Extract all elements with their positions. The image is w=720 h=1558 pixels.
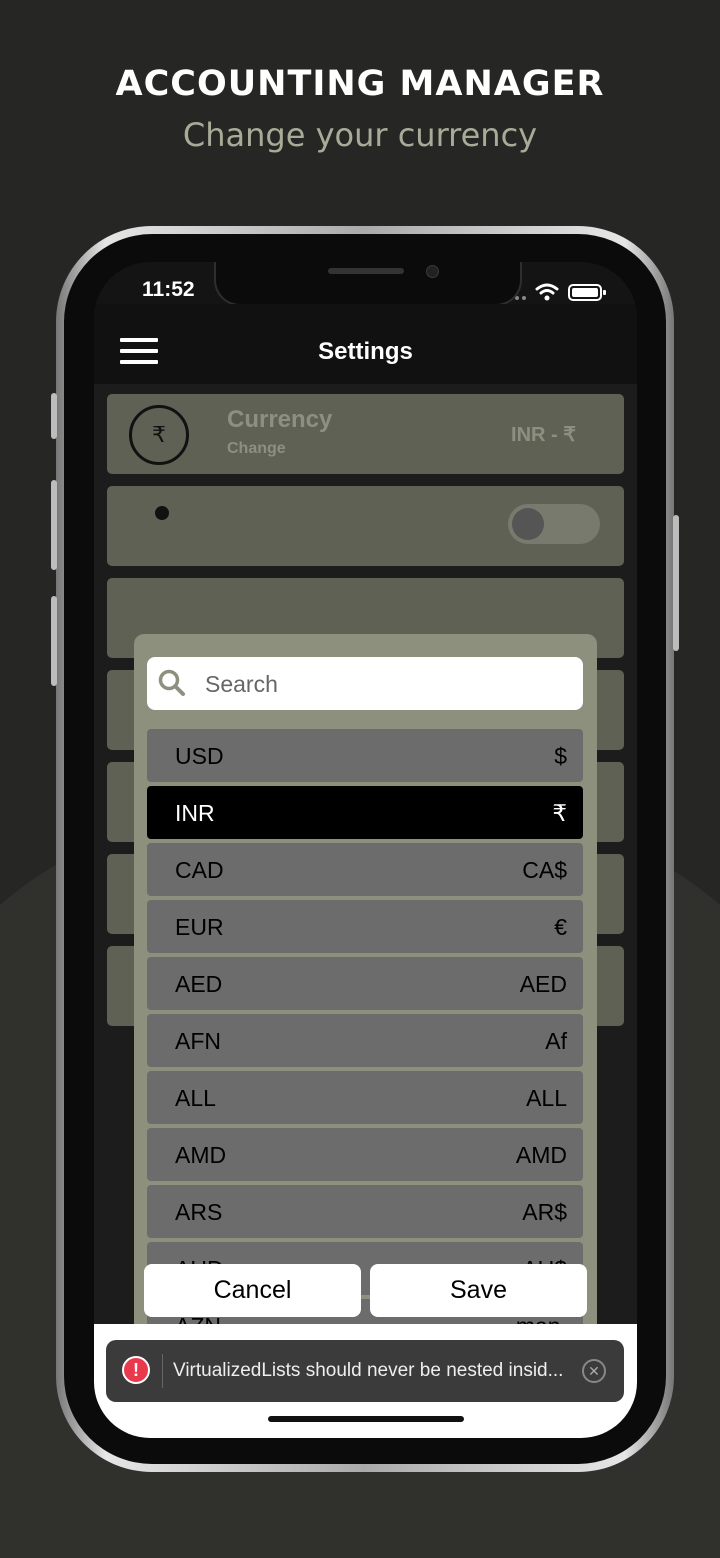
app-header: Settings (94, 304, 637, 384)
currency-code: AMD (175, 1142, 227, 1168)
phone-notch (214, 262, 522, 306)
currency-row-inr[interactable]: INR ₹ (147, 786, 583, 839)
currency-picker-modal: USD$INR₹CADCA$EUR€AEDAEDAFNAfALLALLAMDAM… (134, 634, 597, 1338)
wifi-icon (535, 283, 559, 295)
currency-row-cad[interactable]: CAD CA$ (147, 843, 583, 896)
rupee-icon: ₹ (129, 405, 189, 465)
error-toast[interactable]: ! VirtualizedLists should never be neste… (106, 1340, 624, 1402)
currency-setting-subtitle: Change (227, 440, 286, 457)
phone-mute-button (51, 393, 57, 439)
phone-screen: 11:52 Settings ₹ Currency Change INR - ₹ (94, 262, 637, 1438)
currency-symbol: € (554, 914, 567, 940)
status-time: 11:52 (142, 278, 195, 301)
currency-symbol: ₹ (552, 800, 567, 826)
close-icon[interactable]: ✕ (582, 1359, 606, 1383)
currency-code: INR (175, 800, 215, 826)
currency-symbol: AED (519, 971, 567, 997)
page-title: Settings (318, 338, 413, 365)
battery-icon (568, 284, 606, 301)
search-input[interactable] (203, 667, 567, 701)
currency-row-afn[interactable]: AFN Af (147, 1014, 583, 1067)
currency-setting-card[interactable]: ₹ Currency Change INR - ₹ (107, 394, 624, 474)
home-indicator (268, 1416, 464, 1422)
phone-volume-up-button (51, 480, 57, 570)
search-box (147, 657, 583, 710)
currency-list[interactable]: USD $ INR ₹ CAD CA$ EUR € AED AED AFN Af ALL ALL AMD AM… (147, 729, 583, 1338)
currency-code: ALL (175, 1085, 216, 1111)
currency-code: ARS (175, 1199, 223, 1225)
currency-symbol: AR$ (522, 1199, 567, 1225)
currency-code: AFN (175, 1028, 221, 1054)
setting-toggle[interactable] (508, 504, 600, 544)
currency-row-usd[interactable]: USD $ (147, 729, 583, 782)
setting-card[interactable] (107, 486, 624, 566)
currency-code: AED (175, 971, 223, 997)
error-icon: ! (122, 1356, 150, 1384)
save-button[interactable]: Save (370, 1264, 587, 1317)
currency-row-aed[interactable]: AED AED (147, 957, 583, 1010)
promo-headline: ACCOUNTING MANAGER (115, 64, 605, 104)
currency-row-amd[interactable]: AMD AMD (147, 1128, 583, 1181)
currency-setting-value: INR - ₹ (511, 424, 576, 446)
setting-icon (155, 506, 169, 520)
toast-message: VirtualizedLists should never be nested … (173, 1360, 564, 1381)
currency-code: EUR (175, 914, 224, 940)
cancel-button[interactable]: Cancel (144, 1264, 361, 1317)
promo-subline: Change your currency (182, 116, 538, 154)
search-icon (158, 669, 185, 696)
phone-volume-down-button (51, 596, 57, 686)
toast-divider (162, 1354, 163, 1388)
currency-symbol: CA$ (522, 857, 567, 883)
currency-code: CAD (175, 857, 224, 883)
currency-symbol: Af (545, 1028, 567, 1054)
currency-row-all[interactable]: ALL ALL (147, 1071, 583, 1124)
currency-symbol: AMD (515, 1142, 567, 1168)
phone-power-button (673, 515, 679, 651)
currency-setting-title: Currency (227, 406, 333, 433)
currency-symbol: ALL (526, 1085, 567, 1111)
settings-content: ₹ Currency Change INR - ₹ USD $ INR ₹ CAD CA$… (94, 384, 637, 1338)
currency-row-ars[interactable]: ARS AR$ (147, 1185, 583, 1238)
currency-symbol: $ (554, 743, 567, 769)
currency-row-eur[interactable]: EUR € (147, 900, 583, 953)
currency-code: USD (175, 743, 224, 769)
